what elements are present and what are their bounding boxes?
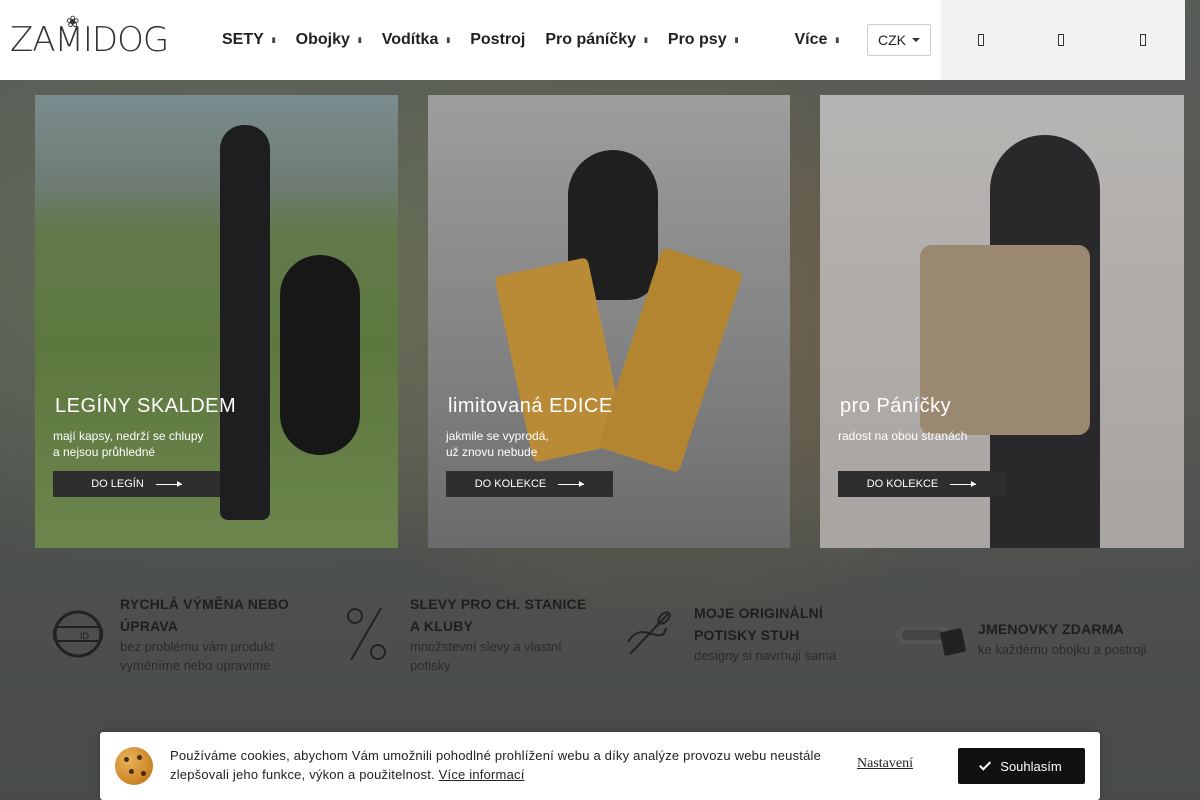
- needle-thread-icon: [620, 606, 676, 662]
- feature-desc: ke každému obojku a postroji: [978, 641, 1147, 657]
- banner-subtitle-line: mají kapsy, nedrží se chlupy: [53, 429, 204, 443]
- nav-label: Vodítka: [381, 31, 439, 48]
- banner-button-label: DO KOLEKCE: [866, 478, 939, 490]
- cookie-message: Používáme cookies, abychom Vám umožnili …: [170, 746, 830, 784]
- currency-value: CZK: [878, 32, 906, 48]
- svg-text:ID: ID: [80, 631, 90, 641]
- search-icon: [978, 34, 984, 46]
- feature-name-tags: JMENOVKY ZDARMA ke každému obojku a post…: [894, 610, 1146, 666]
- nav-label: SETY: [222, 31, 264, 48]
- nav-label: Pro psy: [667, 31, 727, 48]
- feature-title: MOJE ORIGINÁLNÍ: [694, 605, 824, 621]
- banner-subtitle: jakmile se vyprodá, už znovu nebude: [446, 428, 646, 460]
- feature-discounts: SLEVY PRO CH. STANICE A KLUBY množstevní…: [338, 593, 586, 675]
- percent-icon: [338, 606, 394, 662]
- nav-item-postroj[interactable]: Postroj: [460, 0, 535, 80]
- check-icon: [979, 758, 992, 771]
- cart-icon: [1140, 34, 1146, 46]
- paw-icon: ❀: [66, 14, 80, 31]
- cookie-icon: [115, 747, 153, 785]
- cookie-bar: Používáme cookies, abychom Vám umožnili …: [100, 732, 1100, 800]
- cookie-settings-link[interactable]: Nastavení: [857, 756, 913, 772]
- banner-button-label: DO KOLEKCE: [474, 478, 547, 490]
- feature-desc: potisky: [410, 658, 451, 673]
- banner-title: LEGÍNY SKALDEM: [55, 395, 237, 417]
- search-button[interactable]: [941, 0, 1021, 80]
- nav-label: Více: [794, 31, 828, 48]
- feature-title: POTISKY STUH: [694, 627, 800, 643]
- chevron-down-icon: ▮: [271, 37, 276, 44]
- logo[interactable]: ❀ ZAMIDOG: [0, 0, 200, 80]
- nav-item-pro-psy[interactable]: Pro psy ▮: [658, 0, 749, 80]
- cookie-accept-label: Souhlasím: [1000, 758, 1062, 774]
- nav-label: Postroj: [470, 31, 526, 48]
- chevron-down-icon: ▮: [644, 37, 648, 44]
- cart-button[interactable]: [1101, 0, 1185, 80]
- arrow-right-icon: [950, 480, 977, 487]
- banner-subtitle-line: a nejsou průhledné: [53, 445, 156, 459]
- feature-title: RYCHLÁ VÝMĚNA NEBO: [120, 596, 290, 612]
- banner-subtitle-line: radost na obou stranách: [838, 429, 968, 443]
- banner-button[interactable]: DO LEGÍN: [53, 471, 220, 497]
- feature-desc: vyměníme nebo upravíme: [120, 658, 271, 673]
- arrow-right-icon: [155, 480, 182, 487]
- nav-item-sety[interactable]: SETY ▮: [212, 0, 286, 80]
- nav-item-pro-panicky[interactable]: Pro páníčky ▮: [535, 0, 658, 80]
- chevron-down-icon: ▮: [734, 37, 739, 44]
- collar-exchange-icon: ID: [50, 606, 106, 662]
- name-tag-collar-icon: [894, 610, 966, 666]
- nav-item-obojky[interactable]: Obojky ▮: [286, 0, 372, 80]
- feature-title: A KLUBY: [410, 618, 474, 634]
- feature-exchange: ID RYCHLÁ VÝMĚNA NEBO ÚPRAVA bez problém…: [50, 593, 289, 675]
- main-nav: SETY ▮ Obojky ▮ Vodítka ▮ Postroj Pro páníč…: [212, 0, 849, 80]
- chevron-down-icon: ▮: [835, 37, 840, 44]
- banner-title: limitovaná EDICE: [448, 395, 613, 417]
- banner-subtitle-line: jakmile se vyprodá,: [446, 429, 549, 443]
- banner-for-owners[interactable]: pro Páníčky radost na obou stranách DO K…: [820, 95, 1184, 548]
- banner-button[interactable]: DO KOLEKCE: [446, 471, 613, 497]
- currency-select[interactable]: CZK: [867, 24, 931, 56]
- logo-text: ZAMIDOG: [10, 20, 169, 60]
- caret-down-icon: [912, 38, 920, 42]
- chevron-down-icon: ▮: [357, 37, 362, 44]
- nav-label: Pro páníčky: [545, 31, 637, 48]
- banner-button[interactable]: DO KOLEKCE: [838, 471, 1005, 497]
- feature-title: ÚPRAVA: [120, 618, 179, 634]
- feature-title: JMENOVKY ZDARMA: [978, 620, 1124, 637]
- feature-original-prints: MOJE ORIGINÁLNÍ POTISKY STUH designy si …: [620, 602, 836, 665]
- nav-label: Obojky: [295, 31, 350, 48]
- cookie-accept-button[interactable]: Souhlasím: [958, 748, 1085, 784]
- banner-limited-edition[interactable]: limitovaná EDICE jakmile se vyprodá, už …: [428, 95, 790, 548]
- banner-title: pro Páníčky: [840, 395, 952, 417]
- banner-subtitle-line: už znovu nebude: [446, 445, 538, 459]
- banner-button-label: DO LEGÍN: [91, 478, 144, 490]
- feature-title: SLEVY PRO CH. STANICE: [410, 596, 587, 612]
- feature-desc: množstevní slevy a vlastní: [410, 639, 562, 654]
- nav-item-vice[interactable]: Více ▮: [784, 0, 849, 80]
- arrow-right-icon: [558, 480, 585, 487]
- chevron-down-icon: ▮: [446, 37, 451, 44]
- account-button[interactable]: [1021, 0, 1101, 80]
- banner-subtitle: mají kapsy, nedrží se chlupy a nejsou pr…: [53, 428, 253, 460]
- site-header: ❀ ZAMIDOG SETY ▮ Obojky ▮ Vodítka ▮ Postroj…: [0, 0, 1185, 80]
- cookie-more-info-link[interactable]: Více informací: [439, 767, 525, 782]
- feature-desc: designy si navrhuji sama: [694, 648, 837, 663]
- user-icon: [1058, 34, 1064, 46]
- nav-item-voditka[interactable]: Vodítka ▮: [372, 0, 460, 80]
- banner-subtitle: radost na obou stranách: [838, 428, 1038, 444]
- feature-desc: bez problému vám produkt: [120, 639, 274, 654]
- banner-leggings[interactable]: LEGÍNY SKALDEM mají kapsy, nedrží se chl…: [35, 95, 398, 548]
